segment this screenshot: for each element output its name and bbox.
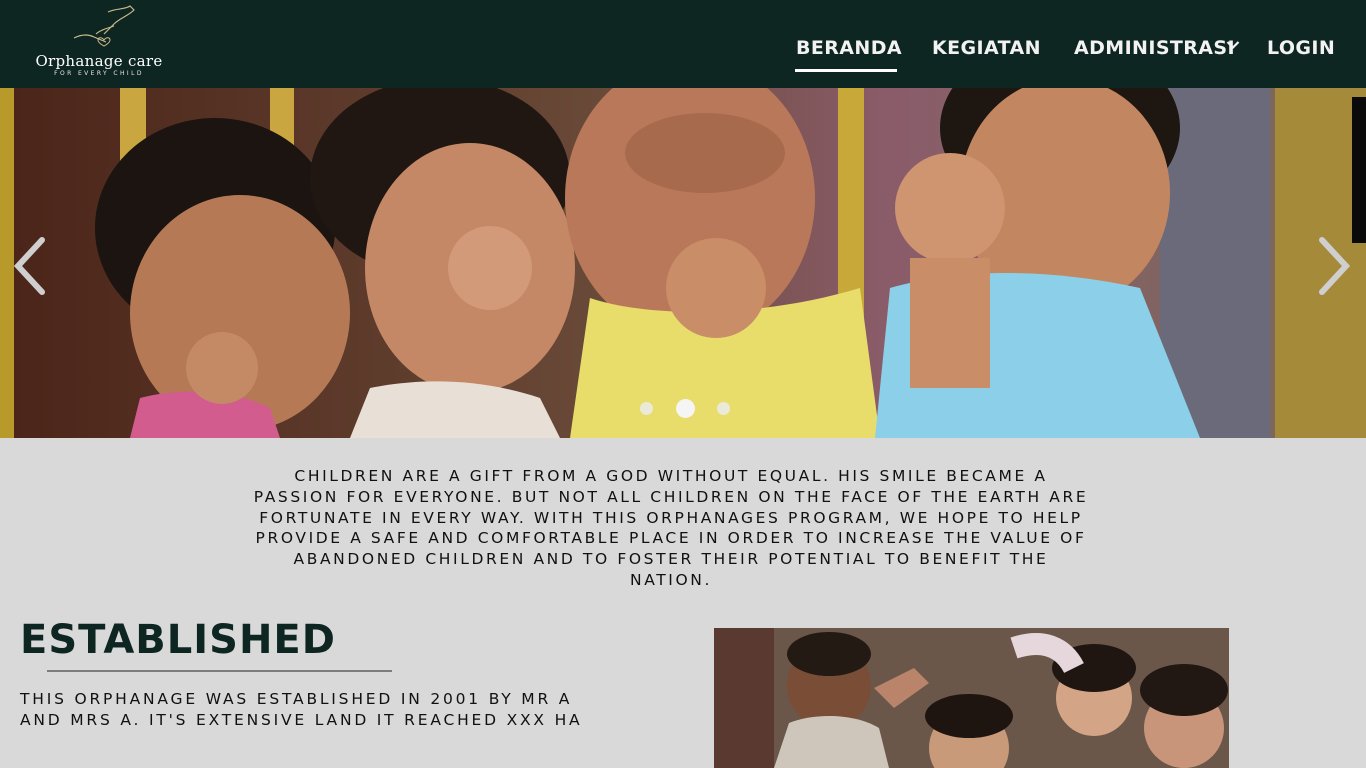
section-divider <box>47 670 392 672</box>
scroll-edge <box>1352 97 1366 243</box>
carousel-dot-2[interactable] <box>676 399 695 418</box>
established-text: THIS ORPHANAGE WAS ESTABLISHED IN 2001 B… <box>20 690 583 729</box>
main-nav: BERANDA KEGIATAN ADMINISTRASI LOGIN <box>0 36 1366 66</box>
chevron-down-icon[interactable] <box>1226 40 1240 50</box>
children-group-photo <box>714 628 1229 768</box>
nav-item-beranda[interactable]: BERANDA <box>796 36 902 60</box>
brand-tagline: FOR EVERY CHILD <box>54 70 144 77</box>
carousel-dot-3[interactable] <box>717 402 730 415</box>
children-group-photo-graphic <box>714 628 1229 768</box>
carousel-dot-1[interactable] <box>640 402 653 415</box>
hero-carousel[interactable] <box>0 88 1366 438</box>
nav-item-administrasi[interactable]: ADMINISTRASI <box>1074 36 1235 60</box>
intro-text: CHILDREN ARE A GIFT FROM A GOD WITHOUT E… <box>253 467 1089 589</box>
active-nav-indicator <box>795 69 897 72</box>
nav-item-kegiatan[interactable]: KEGIATAN <box>932 36 1041 60</box>
established-title: ESTABLISHED <box>20 617 336 663</box>
nav-item-login[interactable]: LOGIN <box>1267 36 1335 60</box>
navbar: Orphanage care FOR EVERY CHILD BERANDA K… <box>0 0 1366 88</box>
chevron-right-icon[interactable] <box>1314 234 1354 298</box>
chevron-left-icon[interactable] <box>10 234 50 298</box>
laughing-children-pointing-photo <box>0 88 1366 438</box>
